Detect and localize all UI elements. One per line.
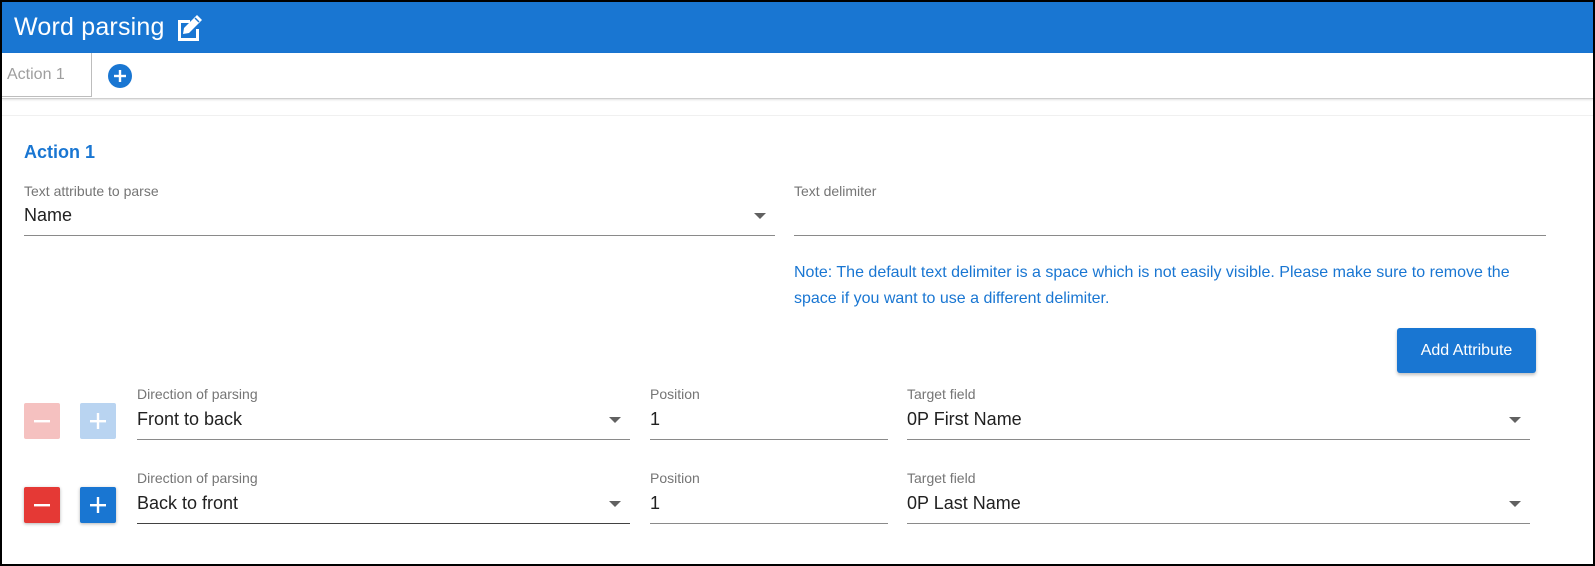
dialog-title: Word parsing [14,13,165,41]
field-underline [650,523,888,524]
direction-label: Direction of parsing [137,386,258,402]
field-underline [907,523,1530,524]
field-underline [650,439,888,440]
field-underline [24,235,775,236]
direction-select[interactable]: Direction of parsing Back to front [137,470,630,524]
plus-icon [90,413,106,429]
add-row-button[interactable] [80,487,116,523]
field-underline [907,439,1530,440]
action-title: Action 1 [24,142,96,162]
target-field-select[interactable]: Target field 0P Last Name [907,470,1530,524]
chevron-down-icon [1509,501,1521,507]
plus-circle-icon [114,70,126,82]
text-delimiter-input[interactable] [794,205,799,226]
text-attribute-value: Name [24,205,73,225]
remove-row-button[interactable] [24,487,60,523]
minus-icon [34,420,50,423]
minus-icon [34,504,50,507]
add-row-button[interactable] [80,403,116,439]
tab-label: Action 1 [7,65,65,83]
position-input[interactable]: 1 [650,493,660,514]
edit-square-icon[interactable] [173,12,205,44]
position-label: Position [650,470,700,486]
chevron-down-icon [609,501,621,507]
position-label: Position [650,386,700,402]
position-input[interactable]: 1 [650,409,660,430]
direction-value: Front to back [137,409,243,429]
field-underline [137,439,630,440]
text-attribute-label: Text attribute to parse [24,183,159,199]
text-attribute-select[interactable]: Text attribute to parse Name [24,183,775,237]
text-delimiter-label: Text delimiter [794,183,877,199]
direction-select[interactable]: Direction of parsing Front to back [137,386,630,440]
tab-action-1[interactable]: Action 1 [2,53,92,97]
action-tab-bar: Action 1 [2,53,1593,99]
position-field[interactable]: Position 1 [650,386,888,440]
plus-icon [90,497,106,513]
target-label: Target field [907,470,976,486]
target-value: 0P First Name [907,409,1022,429]
text-delimiter-field[interactable]: Text delimiter [794,183,1546,237]
dialog-header: Word parsing [2,2,1593,53]
remove-row-button[interactable] [24,403,60,439]
target-field-select[interactable]: Target field 0P First Name [907,386,1530,440]
position-field[interactable]: Position 1 [650,470,888,524]
field-underline [137,523,630,524]
target-value: 0P Last Name [907,493,1021,513]
add-action-button[interactable] [108,64,132,88]
chevron-down-icon [754,213,766,219]
delimiter-note: Note: The default text delimiter is a sp… [794,264,1510,307]
target-label: Target field [907,386,976,402]
direction-value: Back to front [137,493,239,513]
chevron-down-icon [609,417,621,423]
chevron-down-icon [1509,417,1521,423]
direction-label: Direction of parsing [137,470,258,486]
word-parsing-dialog: Word parsing Action 1 Action 1 Text attr… [0,0,1595,566]
add-attribute-button[interactable]: Add Attribute [1397,328,1536,373]
section-divider [2,115,1593,116]
field-underline [794,235,1546,236]
